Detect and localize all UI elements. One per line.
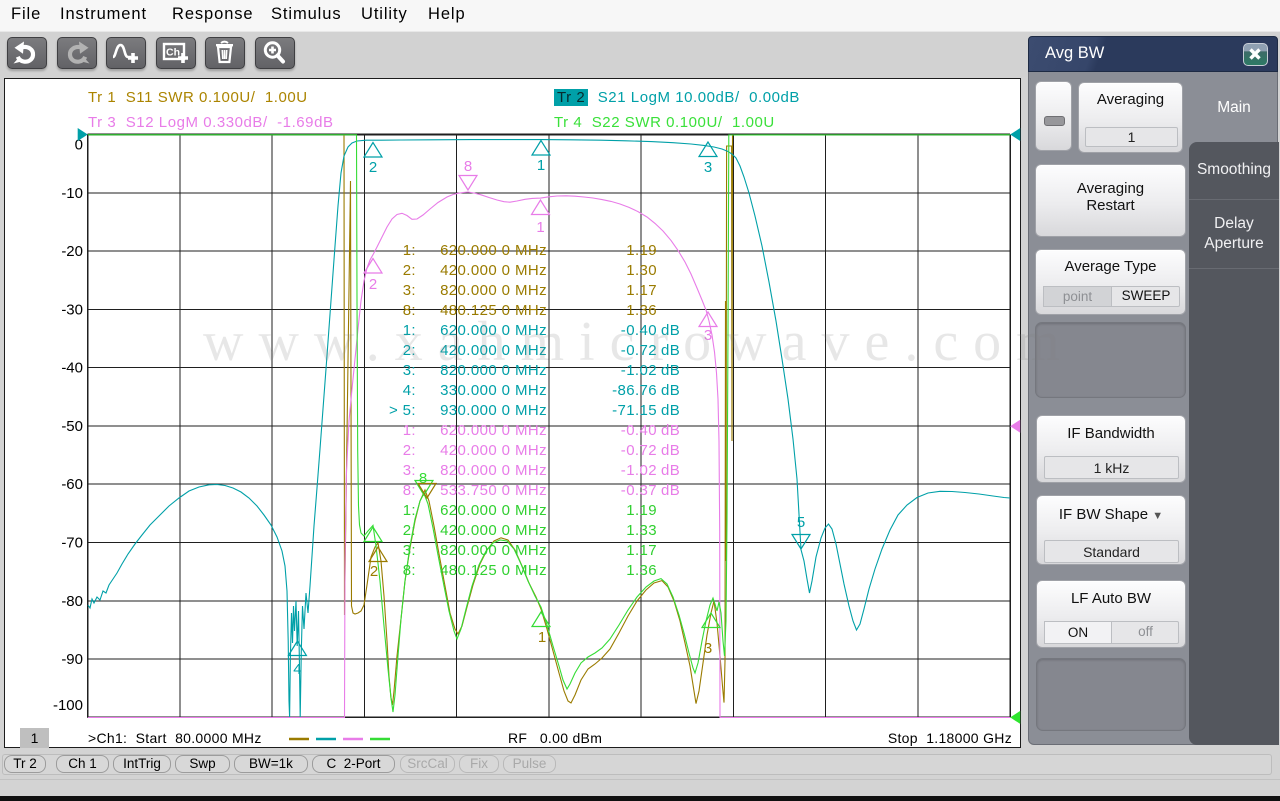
svg-text:620.000 0 MHz: 620.000 0 MHz — [440, 502, 547, 519]
svg-text:2:: 2: — [403, 522, 416, 539]
svg-text:330.000 0 MHz: 330.000 0 MHz — [440, 382, 547, 399]
svg-text:4: 4 — [293, 661, 301, 678]
svg-text:480.125 0 MHz: 480.125 0 MHz — [440, 562, 547, 579]
svg-text:-0.72: -0.72 — [621, 442, 657, 459]
svg-text:dB: dB — [661, 462, 680, 479]
svg-text:-0.37: -0.37 — [621, 482, 657, 499]
svg-text:1:: 1: — [403, 502, 416, 519]
svg-text:3:: 3: — [403, 282, 416, 299]
svg-text:> 5:: > 5: — [389, 402, 416, 419]
svg-text:3: 3 — [704, 159, 712, 176]
svg-text:620.000 0 MHz: 620.000 0 MHz — [440, 422, 547, 439]
svg-text:1: 1 — [537, 157, 545, 174]
svg-text:-90: -90 — [61, 651, 83, 668]
svg-text:-80: -80 — [61, 593, 83, 610]
svg-text:Ch: Ch — [166, 47, 180, 59]
svg-text:dB: dB — [661, 482, 680, 499]
svg-text:420.000 0 MHz: 420.000 0 MHz — [440, 442, 547, 459]
svg-text:930.000 0 MHz: 930.000 0 MHz — [440, 402, 547, 419]
svg-text:dB: dB — [661, 422, 680, 439]
svg-text:-71.15: -71.15 — [612, 402, 657, 419]
svg-text:-100: -100 — [53, 697, 83, 714]
svg-text:1.19: 1.19 — [626, 242, 657, 259]
svg-text:-70: -70 — [61, 535, 83, 552]
svg-text:dB: dB — [661, 442, 680, 459]
svg-text:820.000 0 MHz: 820.000 0 MHz — [440, 462, 547, 479]
svg-text:-20: -20 — [61, 243, 83, 260]
svg-text:-30: -30 — [61, 301, 83, 318]
svg-text:-86.76: -86.76 — [612, 382, 657, 399]
svg-text:620.000 0 MHz: 620.000 0 MHz — [440, 242, 547, 259]
svg-text:2: 2 — [370, 563, 378, 580]
svg-text:2: 2 — [369, 159, 377, 176]
svg-text:-0.40: -0.40 — [621, 422, 657, 439]
svg-text:2:: 2: — [403, 262, 416, 279]
svg-text:1.33: 1.33 — [626, 522, 657, 539]
svg-text:820.000 0 MHz: 820.000 0 MHz — [440, 282, 547, 299]
svg-text:4:: 4: — [403, 382, 416, 399]
svg-text:-10: -10 — [61, 185, 83, 202]
svg-text:-60: -60 — [61, 476, 83, 493]
svg-text:3:: 3: — [403, 542, 416, 559]
svg-text:-1.02: -1.02 — [621, 462, 657, 479]
svg-text:1:: 1: — [403, 242, 416, 259]
svg-text:8:: 8: — [403, 482, 416, 499]
svg-text:3:: 3: — [403, 462, 416, 479]
svg-text:1: 1 — [538, 629, 546, 646]
svg-text:5: 5 — [797, 514, 805, 531]
svg-text:820.000 0 MHz: 820.000 0 MHz — [440, 542, 547, 559]
svg-text:2:: 2: — [403, 442, 416, 459]
svg-text:1.30: 1.30 — [626, 262, 657, 279]
svg-text:8: 8 — [464, 158, 472, 175]
svg-text:1:: 1: — [403, 422, 416, 439]
svg-text:1.36: 1.36 — [626, 562, 657, 579]
svg-text:533.750 0 MHz: 533.750 0 MHz — [440, 482, 547, 499]
svg-text:3: 3 — [704, 640, 712, 657]
svg-text:420.000 0 MHz: 420.000 0 MHz — [440, 522, 547, 539]
svg-text:8: 8 — [419, 470, 427, 487]
svg-text:dB: dB — [661, 402, 680, 419]
svg-text:1.19: 1.19 — [626, 502, 657, 519]
svg-text:2: 2 — [369, 276, 377, 293]
svg-text:-40: -40 — [61, 360, 83, 377]
svg-text:420.000 0 MHz: 420.000 0 MHz — [440, 262, 547, 279]
svg-text:1.17: 1.17 — [626, 282, 657, 299]
svg-text:dB: dB — [661, 382, 680, 399]
svg-text:1: 1 — [536, 219, 544, 236]
svg-text:8:: 8: — [403, 562, 416, 579]
svg-text:1.17: 1.17 — [626, 542, 657, 559]
svg-text:-50: -50 — [61, 418, 83, 435]
